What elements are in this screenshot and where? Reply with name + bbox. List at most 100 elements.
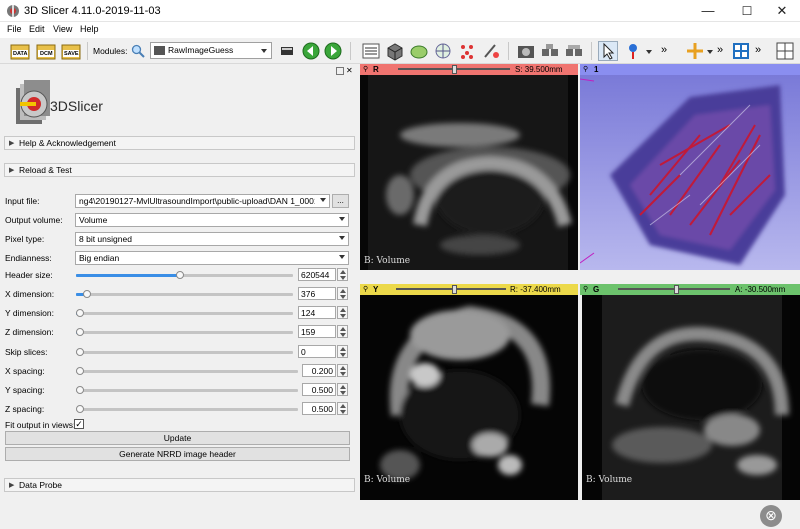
slider-handle[interactable] <box>76 348 84 356</box>
module-search-icon[interactable] <box>131 44 145 58</box>
pin-icon[interactable]: ⚲ <box>363 285 368 293</box>
x-spacing-stepper[interactable] <box>337 364 348 377</box>
threed-view-controller: ⚲ 1 <box>580 64 800 75</box>
help-acknowledgement-section[interactable]: ▶ Help & Acknowledgement <box>4 136 355 150</box>
y-spacing-spinbox[interactable]: 0.500 <box>302 383 336 396</box>
slider-handle[interactable] <box>76 386 84 394</box>
editor-module-button[interactable] <box>481 41 501 61</box>
pin-icon[interactable]: ⚲ <box>583 285 588 293</box>
slider-handle[interactable] <box>452 65 457 74</box>
z-spacing-spinbox[interactable]: 0.500 <box>302 402 336 415</box>
chevron-down-icon[interactable] <box>707 50 713 54</box>
skip-slices-spinbox[interactable]: 0 <box>298 345 336 358</box>
y-dimension-spinbox[interactable]: 124 <box>298 306 336 319</box>
output-volume-label: Output volume: <box>5 215 63 225</box>
update-button[interactable]: Update <box>5 431 350 445</box>
x-spacing-spinbox[interactable]: 0.200 <box>302 364 336 377</box>
slider-handle[interactable] <box>674 285 679 294</box>
x-dimension-slider[interactable] <box>76 290 293 298</box>
menu-edit[interactable]: Edit <box>29 24 45 34</box>
view-transform-mode-button[interactable] <box>598 41 618 61</box>
fit-output-checkbox[interactable]: ✓ <box>74 419 84 429</box>
z-dimension-slider[interactable] <box>76 328 293 336</box>
view-layout-button[interactable] <box>775 41 795 61</box>
z-spacing-stepper[interactable] <box>337 402 348 415</box>
models-module-button[interactable] <box>409 41 429 61</box>
back-button[interactable] <box>301 41 321 61</box>
save-button[interactable]: SAVE <box>61 41 81 61</box>
slider-handle[interactable] <box>76 328 84 336</box>
header-size-spinbox[interactable]: 620544 <box>298 268 336 281</box>
crosshair-button[interactable] <box>685 41 705 61</box>
close-panel-icon[interactable]: ✕ <box>346 66 353 75</box>
error-log-close-icon[interactable]: ⊗ <box>760 505 782 527</box>
yellow-slice-view[interactable]: B: Volume <box>360 295 578 500</box>
chevron-down-icon[interactable] <box>646 50 652 54</box>
pin-icon[interactable]: ⚲ <box>583 65 588 73</box>
markups-module-button[interactable] <box>457 41 477 61</box>
menu-view[interactable]: View <box>53 24 72 34</box>
yellow-slice-controller: ⚲ Y R: -37.400mm <box>360 284 578 295</box>
menu-help[interactable]: Help <box>80 24 99 34</box>
transforms-module-button[interactable] <box>433 41 453 61</box>
z-dimension-stepper[interactable] <box>337 325 348 338</box>
slider-handle[interactable] <box>76 367 84 375</box>
header-size-stepper[interactable] <box>337 268 348 281</box>
extension-manager-button[interactable] <box>540 41 560 61</box>
volumes-module-button[interactable] <box>385 41 405 61</box>
green-slice-view[interactable]: B: Volume <box>582 295 800 500</box>
slider-handle[interactable] <box>176 271 184 279</box>
forward-button[interactable] <box>323 41 343 61</box>
slider-handle[interactable] <box>452 285 457 294</box>
skip-slices-stepper[interactable] <box>337 345 348 358</box>
place-fiducial-button[interactable] <box>624 41 644 61</box>
menu-file[interactable]: File <box>7 24 22 34</box>
slider-handle[interactable] <box>76 309 84 317</box>
pin-icon[interactable]: ⚲ <box>363 65 368 73</box>
y-dimension-stepper[interactable] <box>337 306 348 319</box>
module-history-button[interactable] <box>278 41 298 61</box>
header-size-slider[interactable] <box>76 271 293 279</box>
yellow-offset-slider[interactable] <box>396 288 506 290</box>
slider-handle[interactable] <box>76 405 84 413</box>
browse-file-button[interactable]: ... <box>332 194 349 208</box>
maximize-button[interactable]: ☐ <box>729 0 765 22</box>
reload-test-section[interactable]: ▶ Reload & Test <box>4 163 355 177</box>
red-volume-label: B: Volume <box>364 256 411 266</box>
modules-label: Modules: <box>93 46 128 56</box>
threed-view[interactable] <box>580 75 800 270</box>
input-file-combo[interactable]: ng4\20190127-MvlUltrasoundImport\public-… <box>75 194 330 208</box>
layout-button[interactable] <box>731 41 751 61</box>
toolbar-overflow-button[interactable]: » <box>755 44 761 56</box>
close-window-button[interactable]: ✕ <box>764 0 800 22</box>
output-volume-combo[interactable]: Volume <box>75 213 349 227</box>
python-console-button[interactable] <box>564 41 584 61</box>
endianness-combo[interactable]: Big endian <box>75 251 349 265</box>
z-dimension-spinbox[interactable]: 159 <box>298 325 336 338</box>
screenshot-button[interactable] <box>516 41 536 61</box>
data-probe-section[interactable]: ▶ Data Probe <box>4 478 355 492</box>
minimize-button[interactable]: — <box>690 0 726 22</box>
z-spacing-slider[interactable] <box>76 405 298 413</box>
pixel-type-combo[interactable]: 8 bit unsigned <box>75 232 349 246</box>
skip-slices-slider[interactable] <box>76 348 293 356</box>
module-selector[interactable]: RawImageGuess <box>150 42 272 59</box>
y-dimension-slider[interactable] <box>76 309 293 317</box>
y-spacing-slider[interactable] <box>76 386 298 394</box>
y-spacing-stepper[interactable] <box>337 383 348 396</box>
x-spacing-slider[interactable] <box>76 367 298 375</box>
generate-nrrd-header-button[interactable]: Generate NRRD image header <box>5 447 350 461</box>
endianness-value: Big endian <box>79 253 120 263</box>
toolbar-overflow-button[interactable]: » <box>661 44 667 56</box>
float-panel-icon[interactable] <box>336 67 344 75</box>
dicom-button[interactable]: DCM <box>36 41 56 61</box>
x-dimension-spinbox[interactable]: 376 <box>298 287 336 300</box>
data-module-button[interactable] <box>361 41 381 61</box>
load-data-button[interactable]: DATA <box>10 41 30 61</box>
toolbar-overflow-button[interactable]: » <box>717 44 723 56</box>
red-slice-view[interactable]: B: Volume <box>360 75 578 270</box>
slider-handle[interactable] <box>83 290 91 298</box>
x-dimension-stepper[interactable] <box>337 287 348 300</box>
status-bar: ⊗ <box>0 503 800 529</box>
header-size-label: Header size: <box>5 270 53 280</box>
